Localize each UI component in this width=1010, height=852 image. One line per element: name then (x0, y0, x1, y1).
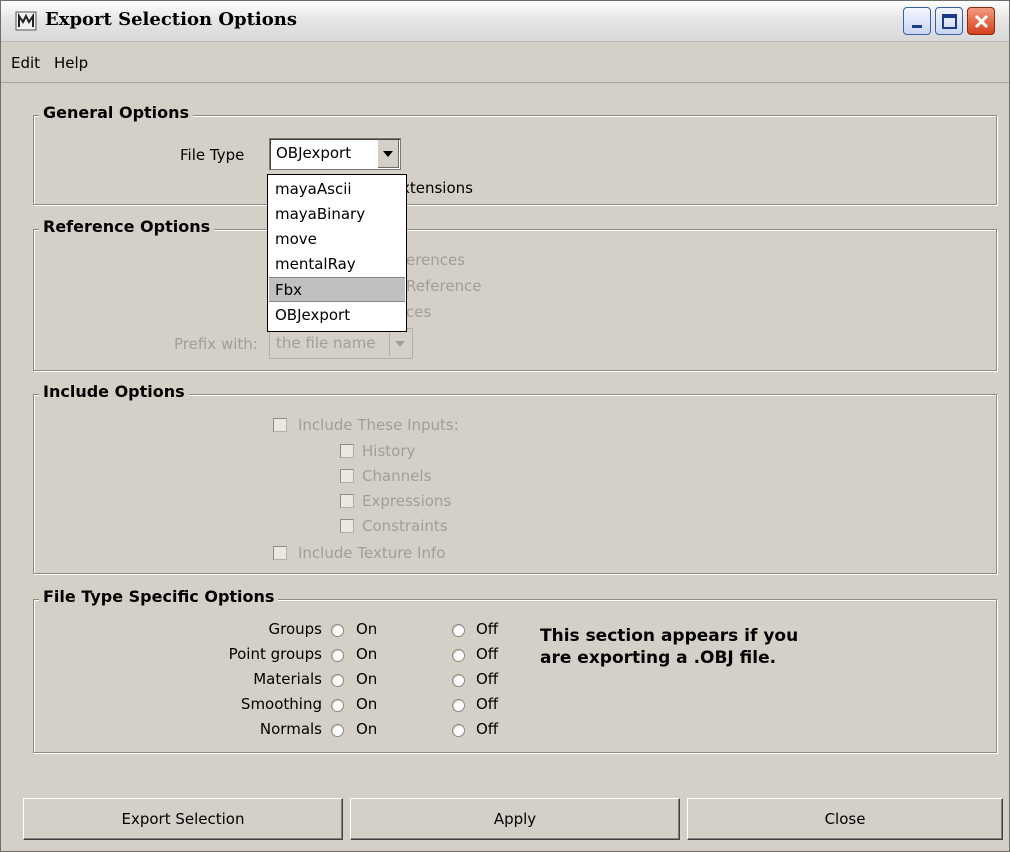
general-options-group: General Options (33, 103, 997, 205)
history-label: History (362, 442, 416, 460)
close-button[interactable]: Close (687, 798, 1003, 840)
smoothing-label: Smoothing (240, 695, 322, 713)
reference-option-1-label: erences (406, 251, 466, 269)
normals-on-label: On (356, 720, 378, 738)
include-options-title: Include Options (39, 382, 189, 401)
note-line-2: are exporting a .OBJ file. (540, 648, 777, 668)
normals-label: Normals (259, 720, 322, 738)
window-title: Export Selection Options (45, 9, 297, 30)
materials-on-label: On (356, 670, 378, 688)
menu-bar: Edit Help (1, 42, 1009, 83)
materials-on-radio[interactable] (331, 674, 344, 687)
expressions-label: Expressions (362, 492, 452, 510)
point-groups-off-radio[interactable] (452, 649, 465, 662)
dropdown-option-move[interactable]: move (269, 227, 405, 252)
chevron-down-icon[interactable] (377, 140, 399, 168)
materials-label: Materials (253, 670, 322, 688)
smoothing-on-label: On (356, 695, 378, 713)
include-inputs-checkbox[interactable] (273, 418, 287, 432)
reference-options-title: Reference Options (39, 217, 215, 236)
history-checkbox[interactable] (340, 444, 354, 458)
constraints-label: Constraints (362, 517, 448, 535)
dropdown-option-mayabinary[interactable]: mayaBinary (269, 202, 405, 227)
reference-option-3-label: ces (406, 303, 432, 321)
file-type-value: OBJexport (276, 144, 352, 162)
maya-app-icon (15, 11, 37, 31)
chevron-down-icon[interactable] (389, 330, 411, 357)
normals-off-label: Off (476, 720, 499, 738)
materials-off-radio[interactable] (452, 674, 465, 687)
normals-off-radio[interactable] (452, 724, 465, 737)
reference-option-2-label: Reference (406, 277, 482, 295)
export-selection-button[interactable]: Export Selection (23, 798, 343, 840)
expressions-checkbox[interactable] (340, 494, 354, 508)
point-groups-off-label: Off (476, 645, 499, 663)
dropdown-option-mentalray[interactable]: mentalRay (269, 252, 405, 277)
smoothing-on-radio[interactable] (331, 699, 344, 712)
channels-checkbox[interactable] (340, 469, 354, 483)
file-type-select[interactable]: OBJexport (269, 138, 401, 170)
export-selection-options-window: Export Selection Options Edit Help Gener… (0, 0, 1010, 852)
extensions-label: xtensions (401, 179, 473, 197)
obj-section-note: This section appears if you are exportin… (540, 625, 870, 669)
constraints-checkbox[interactable] (340, 519, 354, 533)
point-groups-on-radio[interactable] (331, 649, 344, 662)
close-icon[interactable] (967, 7, 995, 35)
dropdown-option-mayaascii[interactable]: mayaAscii (269, 177, 405, 202)
note-line-1: This section appears if you (540, 626, 799, 646)
channels-label: Channels (362, 467, 432, 485)
texture-info-checkbox[interactable] (273, 546, 287, 560)
point-groups-on-label: On (356, 645, 378, 663)
smoothing-off-label: Off (476, 695, 499, 713)
normals-on-radio[interactable] (331, 724, 344, 737)
dropdown-option-fbx[interactable]: Fbx (269, 277, 405, 302)
groups-on-label: On (356, 620, 378, 638)
groups-off-label: Off (476, 620, 499, 638)
menu-help[interactable]: Help (54, 54, 88, 72)
file-type-specific-group: File Type Specific Options (33, 587, 997, 753)
smoothing-off-radio[interactable] (452, 699, 465, 712)
prefix-with-select[interactable]: the file name (269, 328, 413, 359)
minimize-icon[interactable] (903, 7, 931, 35)
texture-info-label: Include Texture Info (298, 544, 446, 562)
groups-off-radio[interactable] (452, 624, 465, 637)
maximize-icon[interactable] (935, 7, 963, 35)
menu-edit[interactable]: Edit (11, 54, 40, 72)
prefix-with-label: Prefix with: (174, 335, 258, 353)
include-options-group: Include Options (33, 382, 997, 574)
apply-button[interactable]: Apply (350, 798, 680, 840)
file-type-label: File Type (180, 146, 245, 164)
groups-on-radio[interactable] (331, 624, 344, 637)
prefix-with-value: the file name (276, 334, 376, 352)
file-type-dropdown-list[interactable]: mayaAscii mayaBinary move mentalRay Fbx … (267, 174, 407, 332)
point-groups-label: Point groups (228, 645, 322, 663)
file-type-specific-title: File Type Specific Options (39, 587, 279, 606)
general-options-title: General Options (39, 103, 194, 122)
title-bar[interactable]: Export Selection Options (1, 1, 1009, 42)
groups-label: Groups (268, 620, 322, 638)
include-inputs-label: Include These Inputs: (298, 416, 459, 434)
materials-off-label: Off (476, 670, 499, 688)
dropdown-option-objexport[interactable]: OBJexport (269, 303, 405, 328)
